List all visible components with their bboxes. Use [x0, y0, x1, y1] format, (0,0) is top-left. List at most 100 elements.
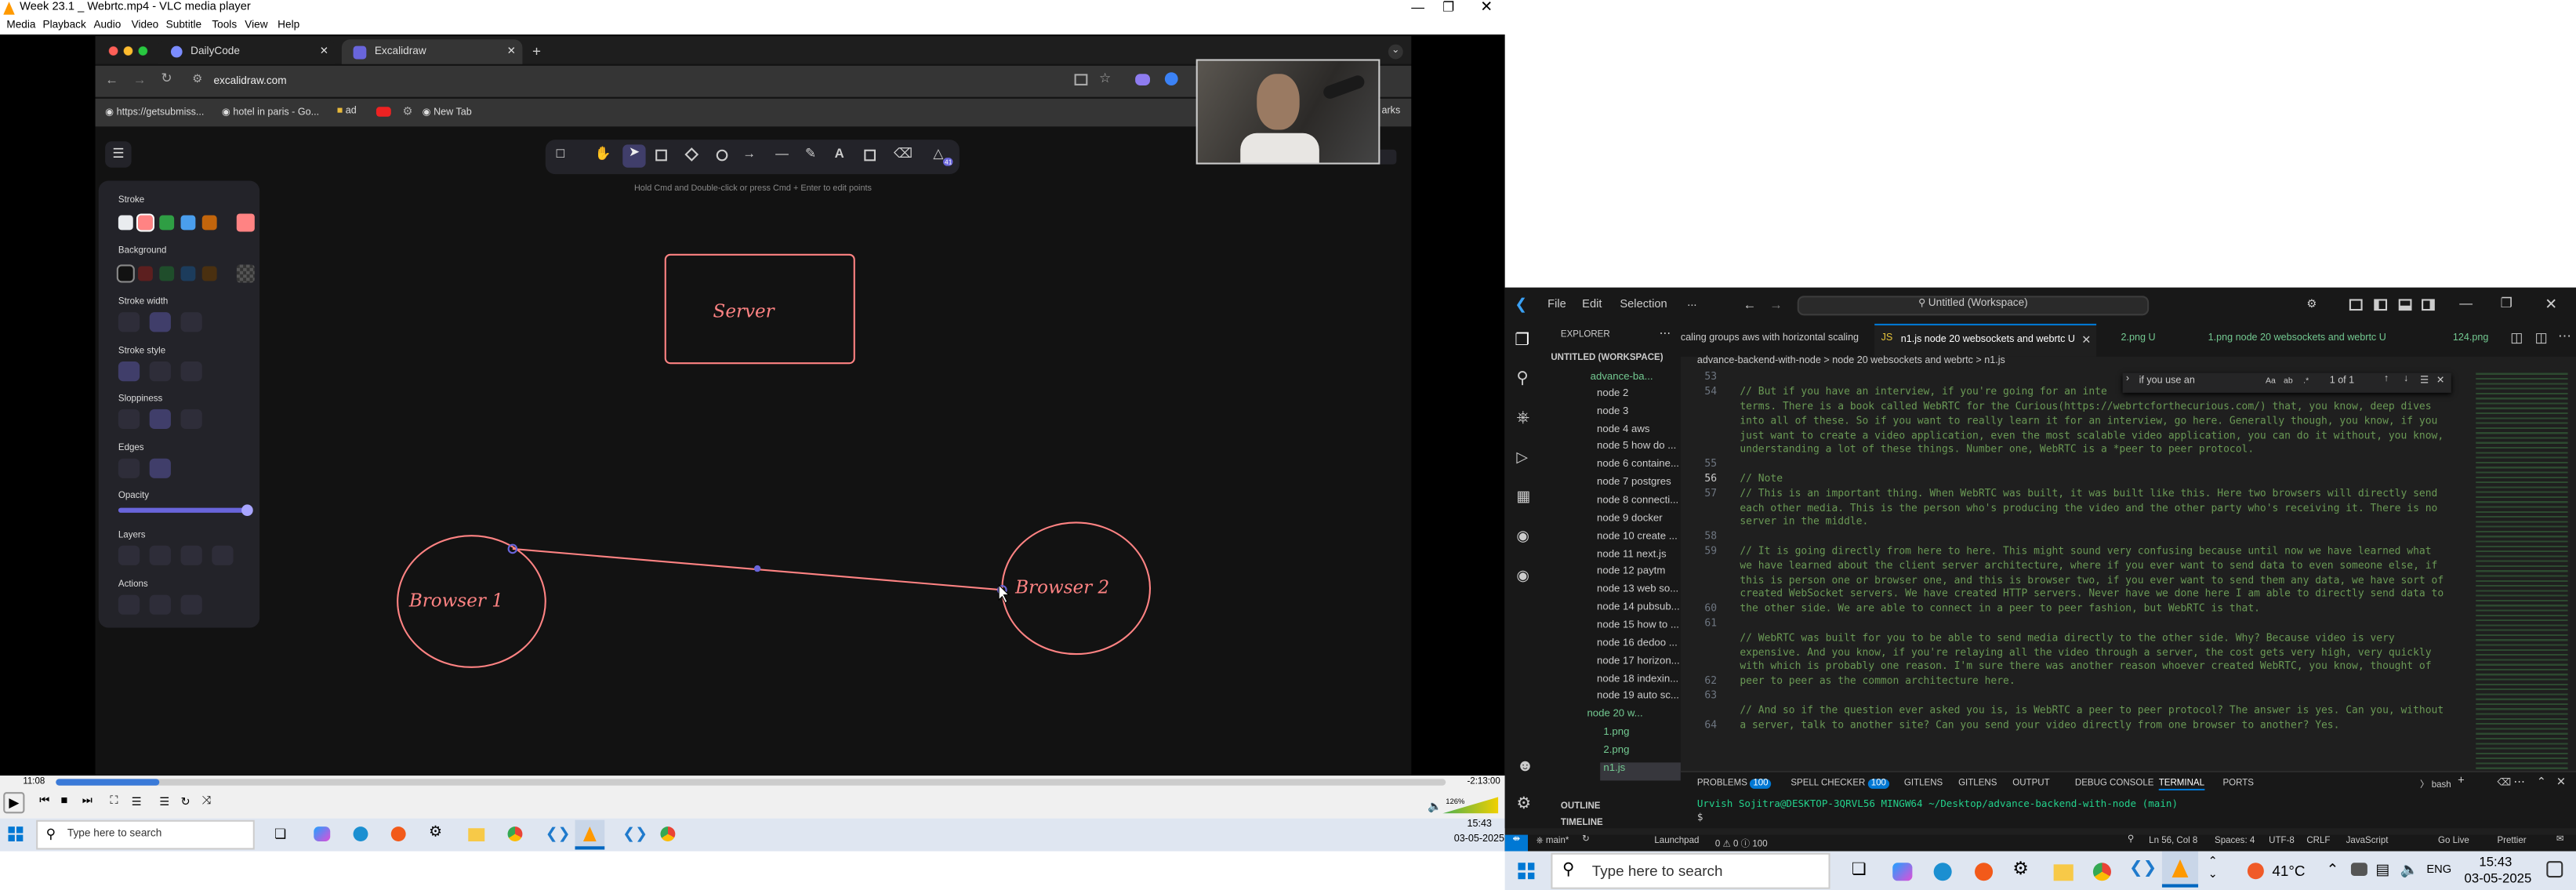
nav-back-icon[interactable]: ← — [1743, 297, 1757, 312]
tab-close-icon[interactable]: ✕ — [2081, 333, 2091, 347]
tab-124png[interactable]: 124.png — [2453, 333, 2488, 343]
menu-edit[interactable]: Edit — [1582, 299, 1602, 311]
taskbar-search-box[interactable]: ⚲ Type here to search — [1551, 852, 1830, 889]
breadcrumb-file[interactable]: n1.js — [1984, 357, 2005, 367]
remote-indicator[interactable]: ⇼ — [1504, 834, 1529, 852]
zoom-icon[interactable]: ⚲ — [2128, 835, 2134, 845]
copilot-icon[interactable]: ⚙ — [2306, 297, 2317, 311]
play-icon[interactable]: ▶ — [3, 792, 25, 814]
fullscreen-icon[interactable]: ⛶ — [110, 795, 118, 808]
menu-video[interactable]: Video — [132, 20, 159, 31]
find-next-icon[interactable]: ↓ — [2404, 375, 2408, 385]
chrome-icon-2[interactable] — [660, 826, 676, 841]
explorer-more-icon[interactable]: ⋯ — [1660, 327, 1671, 340]
menu-playback[interactable]: Playback — [42, 20, 85, 31]
tree-item[interactable]: n1.js — [1600, 762, 1681, 781]
regex-icon[interactable]: .* — [2303, 376, 2309, 387]
tree-item[interactable]: node 19 auto sc... — [1597, 690, 1679, 708]
tree-item[interactable]: node 4 aws — [1597, 424, 1650, 442]
menu-selection[interactable]: Selection — [1620, 299, 1667, 311]
editor-more-icon[interactable]: ⋯ — [2558, 329, 2571, 343]
layout-icon-1[interactable] — [2349, 299, 2363, 311]
layout-icon-3[interactable] — [2398, 299, 2412, 311]
vlc-taskbar-icon[interactable] — [2161, 851, 2199, 888]
tab-search-icon[interactable]: ⌄ — [1388, 44, 1403, 60]
browser2-label[interactable]: Browser 2 — [1015, 577, 1109, 598]
menu-more[interactable]: ... — [1687, 297, 1696, 309]
minimap[interactable] — [2476, 371, 2568, 771]
menu-media[interactable]: Media — [6, 20, 35, 31]
source-control-icon[interactable]: ⎈ — [1516, 409, 1529, 427]
panel-tab-debug-console[interactable]: DEBUG CONSOLE — [2075, 779, 2154, 789]
copilot-icon[interactable] — [314, 826, 331, 841]
tray-app-icon[interactable] — [2350, 863, 2367, 877]
edge-icon[interactable] — [1933, 863, 1952, 881]
tree-item[interactable]: node 9 docker — [1597, 513, 1663, 531]
branch-indicator[interactable]: ⎈ main* — [1536, 837, 1569, 848]
panel-tab-terminal[interactable]: TERMINAL — [2158, 779, 2205, 791]
new-terminal-icon[interactable]: + — [2458, 776, 2465, 787]
taskbar-search-box[interactable]: ⚲ Type here to search — [36, 819, 255, 850]
vlc-taskbar-icon[interactable] — [575, 819, 605, 850]
task-view-icon[interactable]: ❏ — [274, 826, 286, 841]
network-icon[interactable]: ▤ — [2375, 861, 2389, 879]
restore-icon[interactable]: ❐ — [1442, 0, 1454, 15]
tray-chevron-icon[interactable]: ⌃ — [2327, 861, 2339, 879]
extension-icon[interactable] — [1135, 74, 1150, 85]
close-icon[interactable]: ✕ — [2545, 296, 2557, 314]
file-explorer-icon[interactable] — [2053, 864, 2073, 881]
nav-forward-icon[interactable]: → — [1769, 297, 1783, 312]
bookmark-star-icon[interactable]: ☆ — [1099, 71, 1111, 85]
seek-bar[interactable] — [56, 779, 1446, 786]
problems-indicator[interactable]: 0 ⚠ 0 ⓘ 100 — [1715, 837, 1768, 850]
language-indicator[interactable]: ENG — [2426, 864, 2451, 876]
breadcrumb-root[interactable]: advance-backend-with-node — [1697, 357, 1821, 367]
indentation[interactable]: Spaces: 4 — [2215, 837, 2255, 847]
launchpad[interactable]: Launchpad — [1654, 837, 1699, 847]
explorer-icon[interactable]: ❐ — [1515, 332, 1529, 350]
extended-settings-icon[interactable]: ☰ — [132, 795, 142, 808]
breadcrumb-folder[interactable]: node 20 websockets and webrtc — [1832, 357, 1973, 367]
tree-item[interactable]: node 18 indexin... — [1597, 674, 1678, 692]
find-expand-icon[interactable]: › — [2126, 375, 2129, 385]
account-icon[interactable]: ☻ — [1516, 757, 1533, 776]
tree-item[interactable]: node 15 how to ... — [1597, 619, 1679, 638]
vscode-taskbar-icon[interactable]: ❮❯ — [546, 825, 571, 843]
tree-item[interactable]: node 11 next.js — [1597, 549, 1667, 567]
tree-item[interactable]: 1.png — [1603, 726, 1629, 744]
previous-icon[interactable]: ⏮ — [39, 795, 49, 808]
excalidraw-canvas[interactable]: ☰ ☐ ✋ ➤ → — ✎ A ⌫ △ 41 Hold Cmd and Doub… — [95, 129, 1412, 775]
forward-icon[interactable]: → — [133, 72, 147, 87]
tab-close-icon[interactable]: ✕ — [507, 45, 516, 58]
url-text[interactable]: excalidraw.com — [213, 75, 286, 87]
tree-item[interactable]: node 2 — [1597, 388, 1628, 406]
settings-icon[interactable]: ⚙ — [429, 823, 442, 841]
menu-subtitle[interactable]: Subtitle — [166, 20, 201, 31]
server-label[interactable]: Server — [713, 301, 775, 322]
root-folder[interactable]: advance-ba... — [1591, 372, 1653, 383]
stop-icon[interactable]: ■ — [61, 795, 68, 807]
remote-icon[interactable]: ◉ — [1516, 567, 1529, 585]
compare-icon[interactable]: ◫ — [2510, 330, 2523, 345]
match-case-icon[interactable]: Aa — [2266, 376, 2276, 387]
vscode-taskbar-icon-2[interactable]: ❮❯ — [622, 825, 648, 843]
timeline-section[interactable]: TIMELINE — [1561, 819, 1603, 829]
go-live[interactable]: Go Live — [2438, 837, 2469, 847]
tab-1png[interactable]: 1.png node 20 websockets and webrtc U — [2208, 333, 2386, 343]
task-view-icon[interactable]: ❏ — [1852, 861, 1867, 879]
find-close-icon[interactable]: ✕ — [2436, 375, 2445, 387]
language-mode[interactable]: JavaScript — [2346, 837, 2389, 847]
brave-icon[interactable] — [390, 826, 406, 841]
tab-close-icon[interactable]: ✕ — [320, 45, 328, 58]
tree-item[interactable]: node 5 how do ... — [1597, 441, 1676, 459]
workspace-header[interactable]: UNTITLED (WORKSPACE) — [1551, 354, 1663, 364]
layout-icon-4[interactable] — [2422, 299, 2435, 311]
taskbar-date[interactable]: 03-05-2025 — [2465, 871, 2532, 886]
search-icon[interactable]: ⚲ — [1516, 370, 1528, 388]
site-info-icon[interactable]: ⚙ — [192, 72, 202, 85]
close-panel-icon[interactable]: ✕ — [2556, 776, 2566, 789]
tab-dailycode[interactable]: DailyCode ✕ — [158, 39, 336, 64]
extension2-icon[interactable] — [1164, 72, 1178, 85]
windows-start-icon[interactable] — [8, 826, 24, 841]
minimize-icon[interactable]: — — [2459, 296, 2473, 311]
